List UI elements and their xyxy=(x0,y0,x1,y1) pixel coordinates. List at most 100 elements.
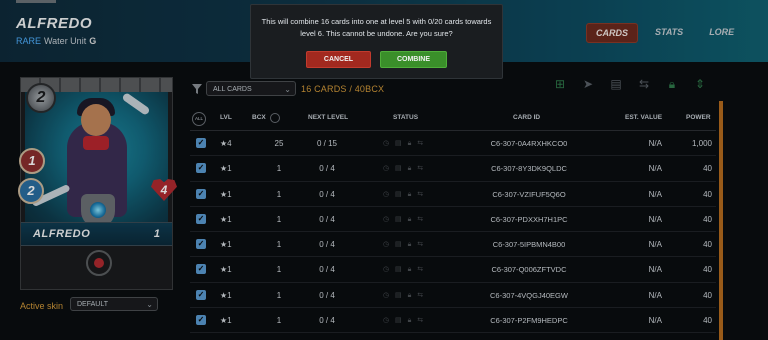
table-row[interactable]: ✓ ★1 1 0 / 4 ◷ ▤ 🔒︎ ⇆ C6-307-Q006ZFTVDC N/A 40 xyxy=(190,257,716,283)
row-est-value: N/A xyxy=(648,214,662,224)
tab-stats[interactable]: STATS xyxy=(646,23,692,41)
row-checkbox[interactable]: ✓ xyxy=(196,289,206,300)
col-power[interactable]: POWER xyxy=(686,114,711,121)
market-icon[interactable]: ▤ xyxy=(602,75,630,93)
row-card-id[interactable]: C6-307-P2FM9HEDPC xyxy=(486,316,572,325)
row-checkbox[interactable]: ✓ xyxy=(196,315,206,326)
row-checkbox[interactable]: ✓ xyxy=(196,239,206,250)
skin-select[interactable]: DEFAULT ⌄ xyxy=(70,297,158,311)
row-bcx: 1 xyxy=(276,265,282,275)
lock-icon[interactable]: 🔒︎ xyxy=(658,75,686,93)
row-power: 40 xyxy=(703,164,712,174)
tab-cards[interactable]: CARDS xyxy=(586,23,639,43)
send-icon[interactable]: ➤ xyxy=(574,75,602,93)
cards-table: ALL LVL BCX NEXT LEVEL STATUS CARD ID ES… xyxy=(190,106,716,334)
speed-stat-icon: 2 xyxy=(18,178,44,204)
card-filter-select[interactable]: ALL CARDS ⌄ xyxy=(206,81,296,96)
cards-count: 16 CARDS / 40BCX xyxy=(301,84,385,94)
col-est-value[interactable]: EST. VALUE xyxy=(625,114,662,121)
row-status-icons: ◷ ▤ 🔒︎ ⇆ xyxy=(383,215,426,223)
row-card-id[interactable]: C6-307-8Y3DK9QLDC xyxy=(486,164,572,173)
table-row[interactable]: ✓ ★1 1 0 / 4 ◷ ▤ 🔒︎ ⇆ C6-307-5IPBMN4B00 N/A 40 xyxy=(190,232,716,258)
row-next-level: 0 / 4 xyxy=(319,240,335,250)
row-est-value: N/A xyxy=(648,265,662,275)
col-next-level[interactable]: NEXT LEVEL xyxy=(308,114,348,121)
select-all-toggle[interactable]: ALL xyxy=(192,112,206,126)
row-power: 40 xyxy=(703,189,712,199)
card-art xyxy=(25,92,168,235)
skin-select-value: DEFAULT xyxy=(77,301,108,308)
info-icon[interactable] xyxy=(270,113,280,123)
row-power: 40 xyxy=(703,265,712,275)
row-checkbox[interactable]: ✓ xyxy=(196,213,206,224)
table-row[interactable]: ✓ ★1 1 0 / 4 ◷ ▤ 🔒︎ ⇆ C6-307-VZIFUF5Q6O N/A 40 xyxy=(190,182,716,207)
transfer-icon[interactable]: ⇆ xyxy=(630,75,658,93)
filter-select-value: ALL CARDS xyxy=(213,86,252,93)
row-status-icons: ◷ ▤ 🔒︎ ⇆ xyxy=(383,317,426,325)
row-checkbox[interactable]: ✓ xyxy=(196,264,206,275)
row-status-icons: ◷ ▤ 🔒︎ ⇆ xyxy=(383,266,426,274)
row-card-id[interactable]: C6-307-5IPBMN4B00 xyxy=(486,240,572,249)
row-next-level: 0 / 4 xyxy=(319,189,335,199)
table-body: ✓ ★4 25 0 / 15 ◷ ▤ 🔒︎ ⇆ C6-307-0A4RXHKCO0 N/A 1… xyxy=(190,131,716,334)
blade-shape xyxy=(121,92,151,116)
table-row[interactable]: ✓ ★1 1 0 / 4 ◷ ▤ 🔒︎ ⇆ C6-307-PDXXH7H1PC N/A 40 xyxy=(190,207,716,233)
table-row[interactable]: ✓ ★4 25 0 / 15 ◷ ▤ 🔒︎ ⇆ C6-307-0A4RXHKCO0 N/A 1… xyxy=(190,131,716,157)
row-card-id[interactable]: C6-307-PDXXH7H1PC xyxy=(486,215,572,224)
row-est-value: N/A xyxy=(648,139,662,148)
card-namebar: ALFREDO 1 xyxy=(21,222,172,246)
combine-button[interactable]: COMBINE xyxy=(380,51,447,68)
col-status[interactable]: STATUS xyxy=(393,114,418,121)
combine-confirm-dialog: This will combine 16 cards into one at l… xyxy=(250,4,503,79)
table-row[interactable]: ✓ ★1 1 0 / 4 ◷ ▤ 🔒︎ ⇆ C6-307-4VQGJ40EGW N/A 40 xyxy=(190,283,716,309)
row-card-id[interactable]: C6-307-VZIFUF5Q6O xyxy=(486,190,572,199)
gem-shape xyxy=(90,202,106,218)
character-scarf xyxy=(83,136,109,150)
filter-icon[interactable] xyxy=(192,84,202,94)
row-bcx: 25 xyxy=(274,139,284,148)
row-bcx: 1 xyxy=(276,240,282,250)
card-level: 1 xyxy=(153,228,160,240)
row-power: 1,000 xyxy=(691,139,712,148)
combine-icon[interactable]: ⊞ xyxy=(546,75,574,93)
row-next-level: 0 / 4 xyxy=(319,290,335,300)
row-status-icons: ◷ ▤ 🔒︎ ⇆ xyxy=(383,190,426,198)
dialog-message: This will combine 16 cards into one at l… xyxy=(261,17,492,38)
cancel-button[interactable]: CANCEL xyxy=(306,51,371,68)
row-est-value: N/A xyxy=(648,240,662,250)
action-toolbar: ⊞ ➤ ▤ ⇆ 🔒︎ ⇕ xyxy=(546,75,714,93)
table-row[interactable]: ✓ ★1 1 0 / 4 ◷ ▤ 🔒︎ ⇆ C6-307-P2FM9HEDPC N/A 40 xyxy=(190,308,716,334)
row-level: ★4 xyxy=(220,139,232,148)
ability-icon[interactable] xyxy=(86,250,112,276)
row-status-icons: ◷ ▤ 🔒︎ ⇆ xyxy=(383,241,426,249)
row-checkbox[interactable]: ✓ xyxy=(196,138,206,148)
row-level: ★1 xyxy=(220,265,232,275)
row-next-level: 0 / 4 xyxy=(319,214,335,224)
card-preview: 2 1 2 4 ALFREDO 1 xyxy=(18,77,177,290)
row-level: ★1 xyxy=(220,290,232,300)
col-card-id[interactable]: CARD ID xyxy=(513,114,540,121)
col-lvl[interactable]: LVL xyxy=(220,114,232,121)
unit-subtitle: RARE Water Unit G xyxy=(16,36,96,46)
row-status-icons: ◷ ▤ 🔒︎ ⇆ xyxy=(383,140,426,147)
row-checkbox[interactable]: ✓ xyxy=(196,188,206,199)
col-bcx[interactable]: BCX xyxy=(252,114,266,121)
row-power: 40 xyxy=(703,240,712,250)
row-checkbox[interactable]: ✓ xyxy=(196,163,206,174)
scrollbar-thumb[interactable] xyxy=(719,101,723,340)
row-card-id[interactable]: C6-307-Q006ZFTVDC xyxy=(486,265,572,274)
chevron-down-icon: ⌄ xyxy=(284,85,291,94)
mana-cost-icon: 2 xyxy=(26,83,56,113)
unit-type-label: Water Unit xyxy=(44,36,87,46)
row-card-id[interactable]: C6-307-0A4RXHKCO0 xyxy=(486,139,572,148)
row-next-level: 0 / 4 xyxy=(319,265,335,275)
row-est-value: N/A xyxy=(648,316,662,326)
row-status-icons: ◷ ▤ 🔒︎ ⇆ xyxy=(383,165,426,173)
tab-lore[interactable]: LORE xyxy=(700,23,743,41)
row-level: ★1 xyxy=(220,189,232,199)
row-card-id[interactable]: C6-307-4VQGJ40EGW xyxy=(486,291,572,300)
sort-icon[interactable]: ⇕ xyxy=(686,75,714,93)
row-bcx: 1 xyxy=(276,189,282,199)
table-row[interactable]: ✓ ★1 1 0 / 4 ◷ ▤ 🔒︎ ⇆ C6-307-8Y3DK9QLDC N/A 40 xyxy=(190,156,716,182)
row-bcx: 1 xyxy=(276,214,282,224)
